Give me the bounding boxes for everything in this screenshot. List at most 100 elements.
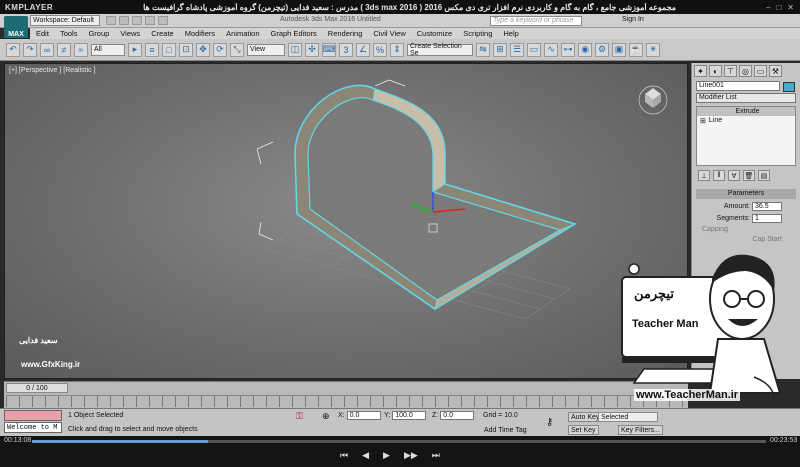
- key-filters-button[interactable]: Key Filters...: [618, 425, 663, 435]
- select-and-scale-icon[interactable]: ⤡: [230, 42, 244, 57]
- stack-item-extrude[interactable]: Extrude: [697, 107, 795, 116]
- select-object-icon[interactable]: ▸: [128, 42, 142, 57]
- app-logo[interactable]: MAX: [4, 16, 28, 38]
- make-unique-icon[interactable]: ∀: [728, 170, 740, 181]
- mirror-icon[interactable]: ⇋: [476, 42, 490, 57]
- stack-item-line[interactable]: ⊞ Line: [697, 116, 795, 125]
- display-tab-icon[interactable]: ▭: [754, 65, 767, 77]
- rewind-icon[interactable]: ◀: [362, 450, 369, 461]
- object-name-field[interactable]: Line001: [696, 81, 780, 91]
- menu-scripting[interactable]: Scripting: [463, 29, 492, 38]
- align-icon[interactable]: ⊞: [493, 42, 507, 57]
- menu-tools[interactable]: Tools: [60, 29, 78, 38]
- y-field[interactable]: 100.0: [392, 411, 427, 420]
- reference-coordinate-dropdown[interactable]: View: [247, 43, 285, 56]
- next-icon[interactable]: ⏭: [432, 450, 440, 461]
- select-and-rotate-icon[interactable]: ⟳: [213, 42, 227, 57]
- lock-selection-icon[interactable]: ⚿: [296, 411, 303, 422]
- angle-snap-icon[interactable]: ∠: [356, 42, 370, 57]
- parameters-rollout[interactable]: Parameters: [696, 189, 796, 199]
- close-icon[interactable]: ✕: [787, 3, 794, 12]
- undo-icon[interactable]: [145, 16, 155, 25]
- time-slider[interactable]: 0 / 100: [6, 383, 68, 393]
- maximize-icon[interactable]: □: [776, 3, 781, 12]
- keyboard-shortcut-icon[interactable]: ⌨: [322, 42, 336, 57]
- previous-icon[interactable]: ⏮: [340, 450, 348, 461]
- render-iterative-icon[interactable]: ☀: [646, 42, 660, 57]
- menu-graph-editors[interactable]: Graph Editors: [271, 29, 317, 38]
- motion-tab-icon[interactable]: ◎: [739, 65, 752, 77]
- menu-group[interactable]: Group: [88, 29, 109, 38]
- z-field[interactable]: 0.0: [440, 411, 475, 420]
- object-color-swatch[interactable]: [783, 82, 795, 92]
- absolute-mode-icon[interactable]: ⊕: [322, 411, 330, 422]
- spinner-snap-icon[interactable]: ⇕: [390, 42, 404, 57]
- select-by-name-icon[interactable]: ≡: [145, 42, 159, 57]
- save-icon[interactable]: [132, 16, 142, 25]
- play-icon[interactable]: ▶: [383, 450, 390, 461]
- new-icon[interactable]: [106, 16, 116, 25]
- render-setup-icon[interactable]: ⚙: [595, 42, 609, 57]
- maxscript-mini-listener[interactable]: [4, 410, 62, 421]
- sign-in-link[interactable]: Sign In: [622, 16, 644, 23]
- utilities-tab-icon[interactable]: ⚒: [769, 65, 782, 77]
- material-editor-icon[interactable]: ◉: [578, 42, 592, 57]
- menu-views[interactable]: Views: [120, 29, 140, 38]
- search-input[interactable]: Type a keyword or phrase: [490, 16, 582, 26]
- select-manipulate-icon[interactable]: ✣: [305, 42, 319, 57]
- key-icon[interactable]: ⚷: [546, 417, 553, 428]
- menu-modifiers[interactable]: Modifiers: [185, 29, 215, 38]
- set-key-button[interactable]: Set Key: [568, 425, 599, 435]
- segments-field[interactable]: 1: [752, 214, 782, 223]
- minimize-icon[interactable]: –: [766, 3, 770, 12]
- menu-rendering[interactable]: Rendering: [328, 29, 363, 38]
- open-icon[interactable]: [119, 16, 129, 25]
- percent-snap-icon[interactable]: %: [373, 42, 387, 57]
- fast-forward-icon[interactable]: ▶▶: [404, 450, 418, 461]
- configure-sets-icon[interactable]: ▤: [758, 170, 770, 181]
- expand-icon[interactable]: ⊞: [700, 117, 706, 125]
- seek-bar[interactable]: [32, 440, 766, 443]
- pivot-center-icon[interactable]: ◫: [288, 42, 302, 57]
- create-tab-icon[interactable]: ✦: [694, 65, 707, 77]
- pin-stack-icon[interactable]: ⊥: [698, 170, 710, 181]
- unlink-icon[interactable]: ≠: [57, 42, 71, 57]
- amount-field[interactable]: 36.5: [752, 202, 782, 211]
- modifier-list-dropdown[interactable]: Modifier List: [696, 93, 796, 103]
- bind-spacewarp-icon[interactable]: ≈: [74, 42, 88, 57]
- rendered-frame-icon[interactable]: ▣: [612, 42, 626, 57]
- link-icon[interactable]: ∞: [40, 42, 54, 57]
- named-selection-set-dropdown[interactable]: Create Selection Se: [407, 43, 473, 57]
- x-field[interactable]: 0.0: [346, 411, 381, 420]
- selection-filter-dropdown[interactable]: All: [91, 43, 125, 56]
- layer-explorer-icon[interactable]: ☰: [510, 42, 524, 57]
- add-time-tag[interactable]: Add Time Tag: [484, 427, 527, 434]
- menu-civil-view[interactable]: Civil View: [373, 29, 405, 38]
- snaps-toggle-icon[interactable]: 3: [339, 42, 353, 57]
- window-crossing-icon[interactable]: ⊡: [179, 42, 193, 57]
- schematic-view-icon[interactable]: ⊶: [561, 42, 575, 57]
- remove-modifier-icon[interactable]: 🗑: [743, 170, 755, 181]
- menu-create[interactable]: Create: [151, 29, 174, 38]
- undo-icon[interactable]: ↶: [6, 42, 20, 57]
- show-end-result-icon[interactable]: ‖: [713, 170, 725, 181]
- select-and-move-icon[interactable]: ✥: [196, 42, 210, 57]
- rectangular-selection-icon[interactable]: □: [162, 42, 176, 57]
- render-production-icon[interactable]: ☕: [629, 42, 643, 57]
- modify-tab-icon[interactable]: ◐: [709, 65, 722, 77]
- workspace-dropdown[interactable]: Workspace: Default: [30, 15, 100, 26]
- cap-start-checkbox[interactable]: Cap Start: [752, 236, 782, 243]
- track-bar[interactable]: [6, 395, 684, 407]
- perspective-viewport[interactable]: [+] [Perspective ] [Realistic ] سعید فدا…: [4, 63, 688, 379]
- redo-icon[interactable]: [158, 16, 168, 25]
- hierarchy-tab-icon[interactable]: ⊤: [724, 65, 737, 77]
- menu-edit[interactable]: Edit: [36, 29, 49, 38]
- curve-editor-icon[interactable]: ∿: [544, 42, 558, 57]
- menu-help[interactable]: Help: [503, 29, 518, 38]
- ribbon-icon[interactable]: ▭: [527, 42, 541, 57]
- menu-animation[interactable]: Animation: [226, 29, 259, 38]
- key-mode-dropdown[interactable]: Selected: [598, 412, 658, 422]
- redo-icon[interactable]: ↷: [23, 42, 37, 57]
- menu-customize[interactable]: Customize: [417, 29, 452, 38]
- maxscript-input[interactable]: Welcome to M: [4, 422, 62, 433]
